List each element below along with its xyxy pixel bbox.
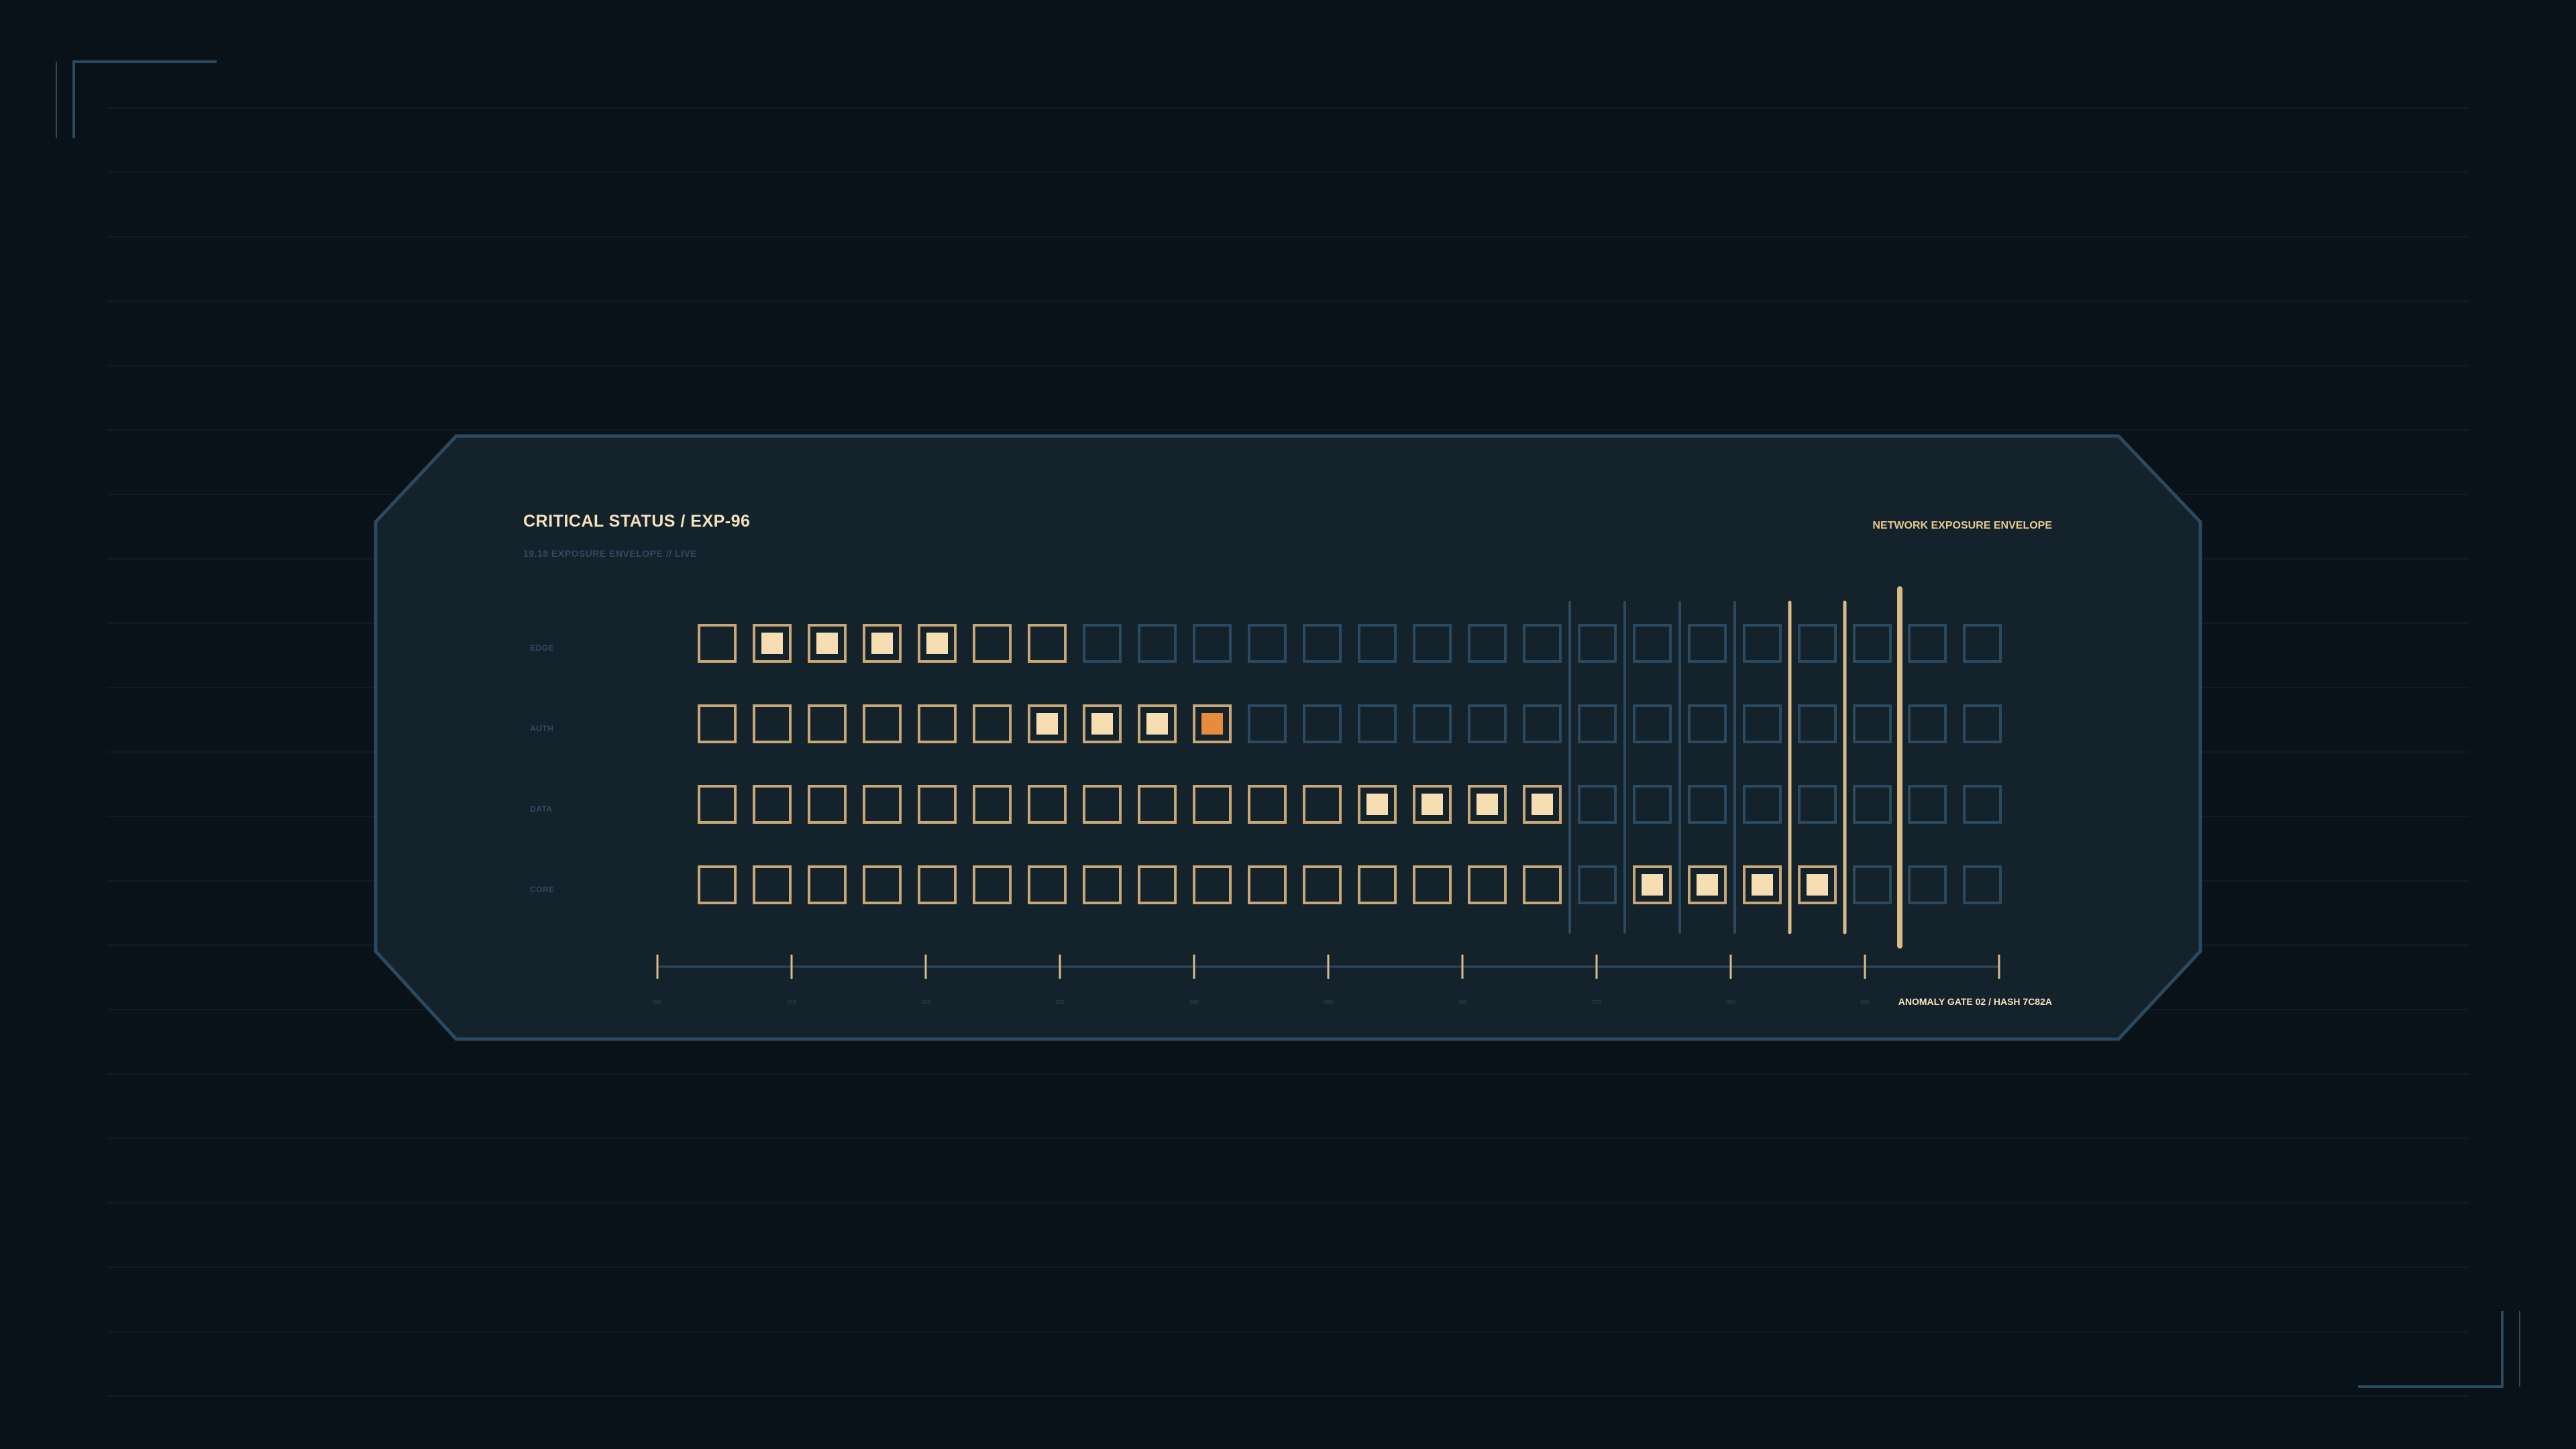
axis-tick-label: 050 [1324, 1000, 1333, 1006]
axis-tick-label: 090 [1860, 1000, 1870, 1006]
axis-tick-label: 080 [1726, 1000, 1735, 1006]
axis-tick-label: 030 [1055, 1000, 1065, 1006]
axis-tick-label: 000 [653, 1000, 662, 1006]
axis-tick-label: 060 [1458, 1000, 1467, 1006]
axis-tick-label: 020 [921, 1000, 930, 1006]
anomaly-gate-label: ANOMALY GATE 02 / HASH 7C82A [1898, 996, 2052, 1007]
axis-tick-label: 070 [1592, 1000, 1601, 1006]
time-axis [656, 955, 2000, 979]
axis-tick-label: 010 [787, 1000, 796, 1006]
axis-tick-label: 040 [1189, 1000, 1199, 1006]
